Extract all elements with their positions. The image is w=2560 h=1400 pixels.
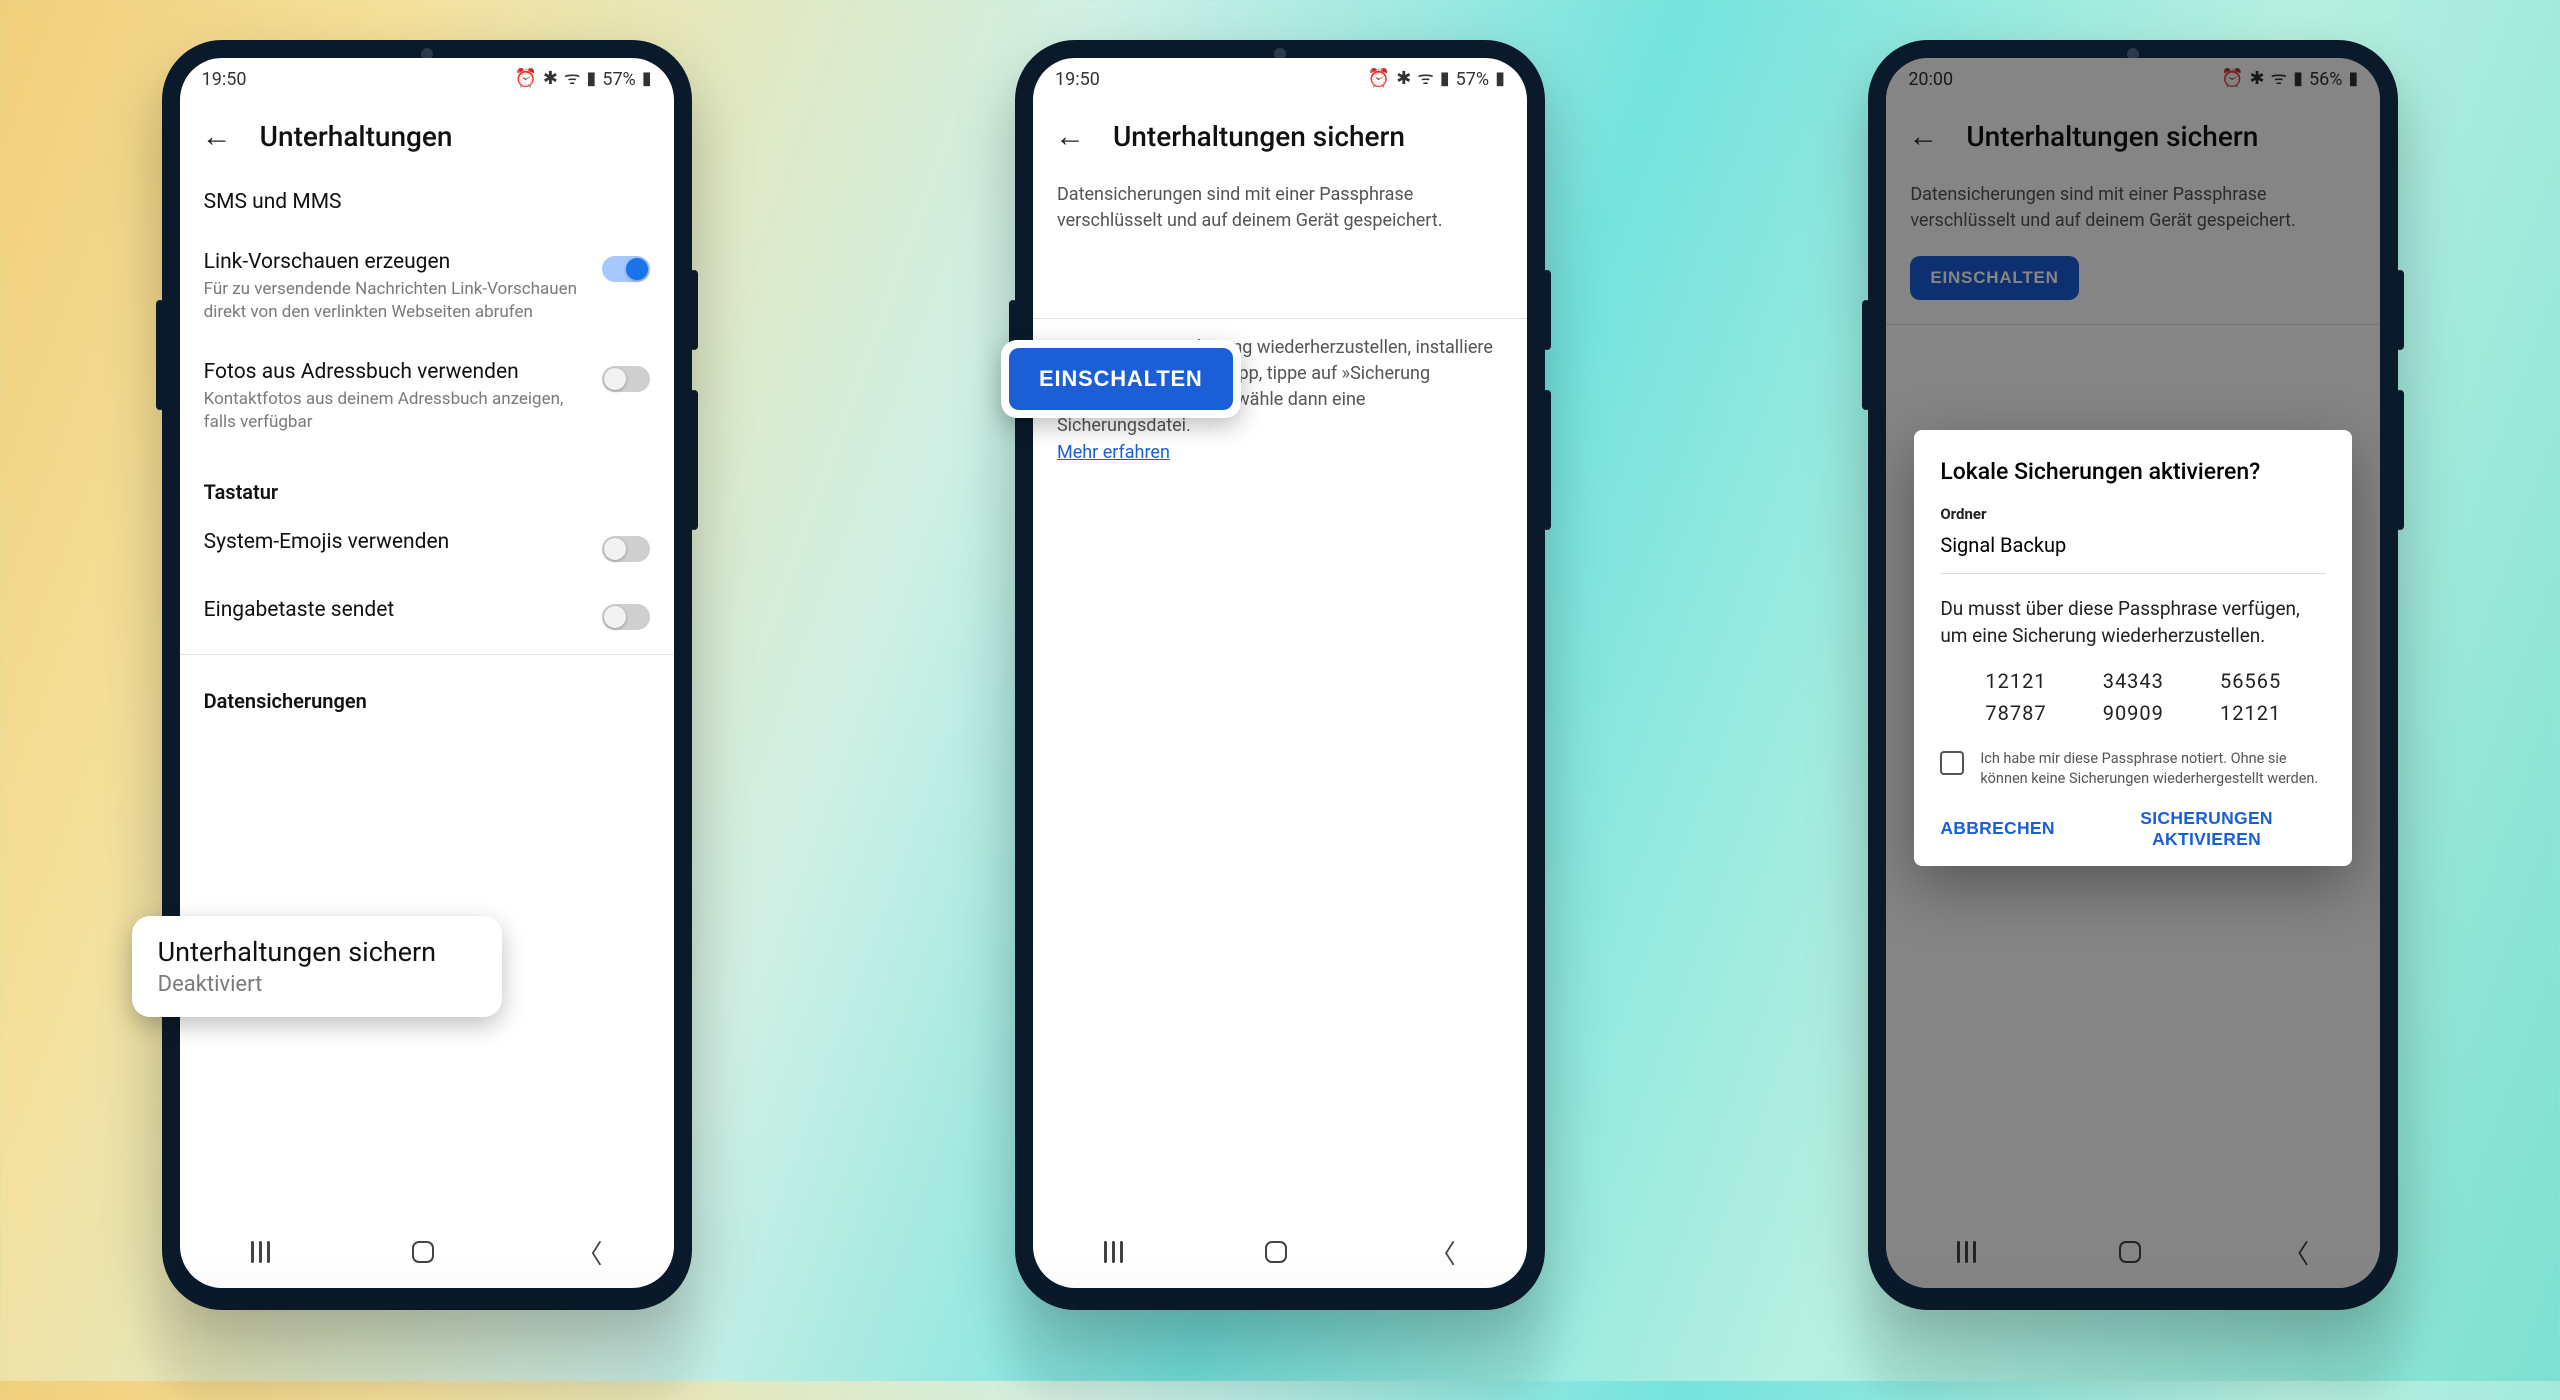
row-title: Fotos aus Adressbuch verwenden bbox=[204, 360, 586, 384]
back-button[interactable]: 〈 bbox=[1430, 1234, 1456, 1271]
android-navbar: 〈 bbox=[1033, 1216, 1527, 1288]
screen-1: 19:50 ⏰ ✱ ᯤ ▮ 57% ▮ ← Unterhaltungen SMS… bbox=[180, 58, 674, 1288]
battery-icon: ▮ bbox=[1495, 70, 1505, 88]
bluetooth-icon: ✱ bbox=[543, 70, 558, 88]
power-button bbox=[2396, 270, 2404, 350]
row-link-preview[interactable]: Link-Vorschauen erzeugen Für zu versende… bbox=[180, 232, 674, 342]
page-title: Unterhaltungen sichern bbox=[1113, 120, 1405, 153]
emoji-toggle[interactable] bbox=[602, 536, 650, 562]
status-time: 19:50 bbox=[1055, 69, 1100, 90]
phone-2: 19:50 ⏰ ✱ ᯤ ▮ 57% ▮ ← Unterhaltungen sic… bbox=[1015, 40, 1545, 1310]
callout-title: Unterhaltungen sichern bbox=[158, 936, 476, 968]
statusbar: 19:50 ⏰ ✱ ᯤ ▮ 57% ▮ bbox=[180, 58, 674, 100]
enable-backup-dialog: Lokale Sicherungen aktivieren? Ordner Si… bbox=[1914, 430, 2352, 866]
power-button bbox=[690, 270, 698, 350]
pass-chunk: 56565 bbox=[2220, 669, 2281, 693]
row-subtitle: Für zu versendende Nachrichten Link-Vors… bbox=[204, 278, 586, 324]
folder-label: Ordner bbox=[1940, 505, 2326, 523]
confirm-checkbox[interactable] bbox=[1940, 751, 1964, 775]
status-right: ⏰ ✱ ᯤ ▮ 57% ▮ bbox=[1368, 69, 1505, 90]
volume-button bbox=[1862, 300, 1870, 410]
back-arrow-icon[interactable]: ← bbox=[202, 119, 232, 154]
home-button[interactable] bbox=[412, 1241, 434, 1263]
wifi-icon: ᯤ bbox=[1417, 70, 1433, 88]
power-button bbox=[1543, 270, 1551, 350]
cell-icon: ▮ bbox=[586, 70, 596, 88]
side-button bbox=[1543, 390, 1551, 530]
row-title: System-Emojis verwenden bbox=[204, 530, 586, 554]
screen-3: 20:00 ⏰ ✱ ᯤ ▮ 56% ▮ ← Unterhaltungen sic… bbox=[1886, 58, 2380, 1288]
pass-chunk: 12121 bbox=[1985, 669, 2046, 693]
row-system-emoji[interactable]: System-Emojis verwenden bbox=[180, 512, 674, 580]
status-time: 19:50 bbox=[202, 69, 247, 90]
recent-apps-button[interactable] bbox=[1104, 1241, 1123, 1263]
volume-button bbox=[156, 300, 164, 410]
bluetooth-icon: ✱ bbox=[1396, 70, 1411, 88]
pass-chunk: 12121 bbox=[2220, 701, 2281, 725]
battery-icon: ▮ bbox=[642, 70, 652, 88]
alarm-icon: ⏰ bbox=[514, 70, 536, 88]
backup-content: Datensicherungen sind mit einer Passphra… bbox=[1033, 172, 1527, 1216]
confirm-text: Ich habe mir diese Passphrase notiert. O… bbox=[1980, 749, 2326, 790]
backup-description: Datensicherungen sind mit einer Passphra… bbox=[1033, 172, 1527, 252]
confirm-button[interactable]: SICHERUNGEN AKTIVIEREN bbox=[2087, 808, 2326, 850]
pass-chunk: 90909 bbox=[2103, 701, 2164, 725]
divider bbox=[180, 654, 674, 655]
pass-chunk: 34343 bbox=[2103, 669, 2164, 693]
divider bbox=[1033, 318, 1527, 319]
section-keyboard: Tastatur bbox=[180, 452, 674, 512]
statusbar: 19:50 ⏰ ✱ ᯤ ▮ 57% ▮ bbox=[1033, 58, 1527, 100]
settings-list[interactable]: SMS und MMS Link-Vorschauen erzeugen Für… bbox=[180, 172, 674, 1216]
alarm-icon: ⏰ bbox=[1368, 70, 1390, 88]
row-title: Eingabetaste sendet bbox=[204, 598, 586, 622]
pass-chunk: 78787 bbox=[1985, 701, 2046, 725]
row-sms-mms[interactable]: SMS und MMS bbox=[180, 172, 674, 232]
page-title: Unterhaltungen bbox=[260, 120, 453, 153]
enable-button[interactable]: EINSCHALTEN bbox=[1009, 348, 1233, 410]
recent-apps-button[interactable] bbox=[251, 1241, 270, 1263]
wifi-icon: ᯤ bbox=[564, 70, 580, 88]
dialog-title: Lokale Sicherungen aktivieren? bbox=[1940, 458, 2326, 485]
folder-value: Signal Backup bbox=[1940, 533, 2326, 574]
side-button bbox=[2396, 390, 2404, 530]
dialog-actions: ABBRECHEN SICHERUNGEN AKTIVIEREN bbox=[1940, 808, 2326, 850]
address-photos-toggle[interactable] bbox=[602, 366, 650, 392]
home-button[interactable] bbox=[1265, 1241, 1287, 1263]
enter-toggle[interactable] bbox=[602, 604, 650, 630]
row-address-photos[interactable]: Fotos aus Adressbuch verwenden Kontaktfo… bbox=[180, 342, 674, 452]
appbar: ← Unterhaltungen sichern bbox=[1033, 100, 1527, 172]
callout-subtitle: Deaktiviert bbox=[158, 972, 476, 997]
battery-pct: 57% bbox=[1456, 69, 1489, 90]
screen-2: 19:50 ⏰ ✱ ᯤ ▮ 57% ▮ ← Unterhaltungen sic… bbox=[1033, 58, 1527, 1288]
confirm-check-row[interactable]: Ich habe mir diese Passphrase notiert. O… bbox=[1940, 749, 2326, 790]
phone-1: 19:50 ⏰ ✱ ᯤ ▮ 57% ▮ ← Unterhaltungen SMS… bbox=[162, 40, 692, 1310]
learn-more-link[interactable]: Mehr erfahren bbox=[1057, 442, 1170, 463]
row-subtitle: Kontaktfotos aus deinem Adressbuch anzei… bbox=[204, 388, 586, 434]
row-enter-sends[interactable]: Eingabetaste sendet bbox=[180, 580, 674, 648]
section-backups: Datensicherungen bbox=[180, 661, 674, 721]
link-preview-toggle[interactable] bbox=[602, 256, 650, 282]
passphrase-note: Du musst über diese Passphrase verfügen,… bbox=[1940, 596, 2326, 649]
back-button[interactable]: 〈 bbox=[576, 1234, 602, 1271]
appbar: ← Unterhaltungen bbox=[180, 100, 674, 172]
status-right: ⏰ ✱ ᯤ ▮ 57% ▮ bbox=[514, 69, 651, 90]
row-title: SMS und MMS bbox=[204, 190, 650, 214]
callout-enable-button: EINSCHALTEN bbox=[1001, 340, 1241, 418]
passphrase-grid: 12121 34343 56565 78787 90909 12121 bbox=[1974, 669, 2292, 725]
back-arrow-icon[interactable]: ← bbox=[1055, 119, 1085, 154]
callout-backup-row[interactable]: Unterhaltungen sichern Deaktiviert bbox=[132, 916, 502, 1017]
phone-3: 20:00 ⏰ ✱ ᯤ ▮ 56% ▮ ← Unterhaltungen sic… bbox=[1868, 40, 2398, 1310]
battery-pct: 57% bbox=[602, 69, 635, 90]
cancel-button[interactable]: ABBRECHEN bbox=[1940, 808, 2055, 850]
cell-icon: ▮ bbox=[1440, 70, 1450, 88]
android-navbar: 〈 bbox=[180, 1216, 674, 1288]
side-button bbox=[690, 390, 698, 530]
row-title: Link-Vorschauen erzeugen bbox=[204, 250, 586, 274]
